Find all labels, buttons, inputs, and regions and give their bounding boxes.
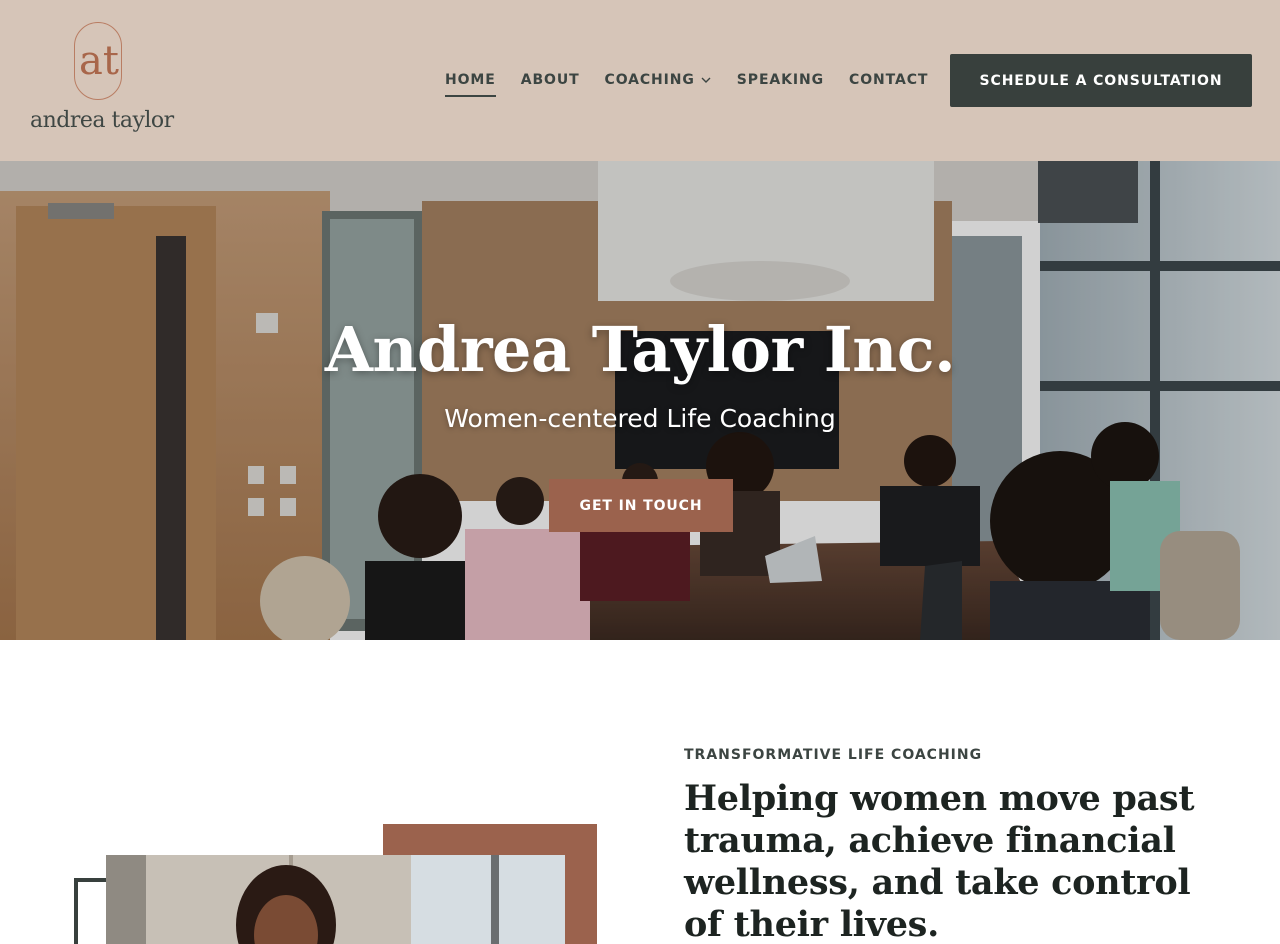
hero-section: Andrea Taylor Inc. Women-centered Life C… (0, 161, 1280, 640)
section-eyebrow: TRANSFORMATIVE LIFE COACHING (684, 747, 983, 763)
nav-item-home[interactable]: HOME (445, 72, 496, 97)
hero-background-image (0, 161, 1280, 640)
brand-logo[interactable]: at andrea taylor (26, 18, 176, 144)
hero-title: Andrea Taylor Inc. (324, 313, 956, 386)
nav-item-contact[interactable]: CONTACT (849, 72, 928, 88)
logo-wordmark: andrea taylor (30, 108, 174, 133)
logo-letters: at (79, 38, 119, 84)
nav-item-about[interactable]: ABOUT (521, 72, 580, 88)
coach-portrait-photo (106, 855, 565, 944)
hero-subtitle: Women-centered Life Coaching (444, 404, 836, 433)
nav-item-coaching[interactable]: COACHING (605, 72, 712, 88)
about-section: TRANSFORMATIVE LIFE COACHING Helping wom… (0, 640, 1280, 944)
get-in-touch-button[interactable]: GET IN TOUCH (549, 479, 733, 532)
section-headline: Helping women move past trauma, achieve … (684, 778, 1195, 944)
chevron-down-icon (701, 77, 711, 83)
schedule-consultation-button[interactable]: SCHEDULE A CONSULTATION (950, 54, 1252, 107)
nav-item-coaching-label: COACHING (604, 72, 695, 88)
nav-item-speaking[interactable]: SPEAKING (737, 72, 824, 88)
logo-monogram: at (74, 22, 122, 100)
main-nav: HOME ABOUT COACHING SPEAKING CONTACT (445, 68, 953, 97)
site-header: at andrea taylor HOME ABOUT COACHING SPE… (0, 0, 1280, 161)
